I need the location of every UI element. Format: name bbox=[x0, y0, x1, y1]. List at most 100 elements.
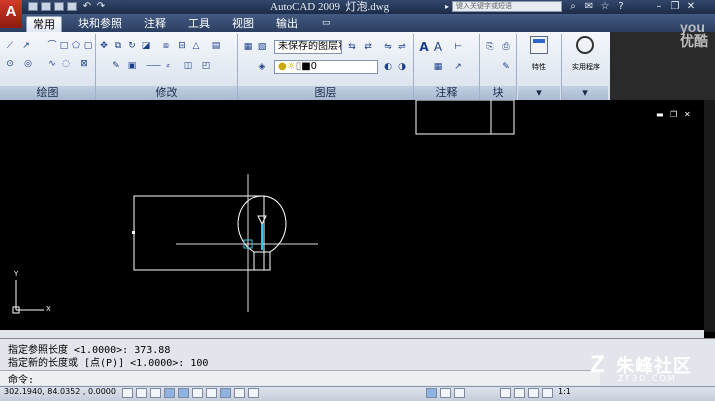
search-input[interactable]: 键入关键字或短语 bbox=[452, 1, 562, 12]
mirror-icon[interactable]: ⧈ bbox=[160, 40, 172, 52]
tab-blocks-references[interactable]: 块和参照 bbox=[72, 16, 128, 31]
copy-icon[interactable]: ⧉ bbox=[112, 40, 124, 52]
utilities-button[interactable]: 实用程序 bbox=[564, 36, 608, 84]
undo-icon[interactable]: ↶ bbox=[80, 1, 94, 13]
point-icon[interactable]: ◌ bbox=[60, 58, 72, 70]
move-icon[interactable]: ✥ bbox=[98, 40, 110, 52]
osnap-toggle[interactable] bbox=[178, 388, 189, 398]
utilities-panel-title[interactable]: ▾ bbox=[562, 86, 608, 100]
tab-view[interactable]: 视图 bbox=[226, 16, 260, 31]
explode-icon[interactable]: ◰ bbox=[200, 60, 212, 72]
qnew-icon[interactable] bbox=[28, 2, 38, 11]
otrack-toggle[interactable] bbox=[192, 388, 203, 398]
model-space-button[interactable] bbox=[426, 388, 437, 398]
polygon-icon[interactable]: ⬠ bbox=[70, 40, 82, 52]
showmotion-icon[interactable] bbox=[542, 388, 553, 398]
favorites-icon[interactable]: ☆ bbox=[598, 1, 612, 13]
offset-icon[interactable]: ⊟ bbox=[176, 40, 188, 52]
dyn-toggle[interactable] bbox=[220, 388, 231, 398]
create-block-icon[interactable]: ⎙ bbox=[500, 41, 512, 53]
restore-icon[interactable]: ❐ bbox=[668, 1, 682, 13]
single-text-icon[interactable]: A bbox=[432, 41, 444, 53]
layers-panel-title[interactable]: 图层 bbox=[238, 86, 413, 100]
snap-toggle[interactable] bbox=[122, 388, 133, 398]
search-icon[interactable]: ⌕ bbox=[566, 1, 580, 13]
command-input[interactable]: 命令: bbox=[0, 370, 600, 386]
drawing-area[interactable]: Y X ▬ ❐ ✕ bbox=[0, 100, 704, 332]
make-current-icon[interactable]: ◈ bbox=[256, 61, 268, 73]
tab-home[interactable]: 常用 bbox=[26, 16, 62, 32]
draw-panel-title[interactable]: 绘图 bbox=[0, 86, 95, 100]
region-icon[interactable]: ⊠ bbox=[78, 58, 90, 70]
multileader-icon[interactable]: ↗ bbox=[452, 61, 464, 73]
layer-match-icon[interactable]: ⇋ bbox=[382, 41, 394, 53]
ribbon-minimize-icon[interactable]: ▭ bbox=[316, 16, 337, 31]
spline-icon[interactable]: ∿ bbox=[46, 58, 58, 70]
vertical-scrollbar[interactable] bbox=[704, 100, 715, 332]
tab-output[interactable]: 输出 bbox=[270, 16, 304, 31]
steering-wheel-icon[interactable] bbox=[528, 388, 539, 398]
close-icon[interactable]: ✕ bbox=[684, 1, 698, 13]
properties-button[interactable]: 特性 bbox=[520, 36, 558, 84]
layer-previous-icon[interactable]: ⇆ bbox=[346, 41, 358, 53]
annotation-panel-title[interactable]: 注释 bbox=[414, 86, 479, 100]
layer-freeze-tool-icon[interactable]: ◑ bbox=[396, 61, 408, 73]
layer-off-icon[interactable]: ◐ bbox=[382, 61, 394, 73]
arc-icon[interactable]: ⌒ bbox=[46, 40, 58, 52]
rectangle-icon[interactable]: □ bbox=[58, 40, 70, 52]
viewport-restore-icon[interactable]: ❐ bbox=[670, 110, 677, 119]
lengthen-icon[interactable]: ◫ bbox=[182, 60, 194, 72]
minimize-icon[interactable]: – bbox=[652, 1, 666, 13]
table-icon[interactable]: ▦ bbox=[432, 61, 444, 73]
stretch-icon[interactable]: ◪ bbox=[140, 40, 152, 52]
zoom-icon[interactable] bbox=[514, 388, 525, 398]
horizontal-scrollbar[interactable] bbox=[0, 330, 704, 338]
line-icon[interactable]: ⟋ bbox=[4, 40, 16, 52]
layer-dropdown[interactable]: ●☼▯■0 bbox=[274, 60, 378, 74]
layer-tools-icon[interactable]: ▤ bbox=[210, 40, 222, 52]
grid-toggle[interactable] bbox=[136, 388, 147, 398]
open-icon[interactable] bbox=[41, 2, 51, 11]
array-icon[interactable]: △ bbox=[190, 40, 202, 52]
save-icon[interactable] bbox=[54, 2, 64, 11]
polar-toggle[interactable] bbox=[164, 388, 175, 398]
layer-state-dropdown[interactable]: 未保存的图层状态 bbox=[274, 40, 342, 54]
modify-panel-title[interactable]: 修改 bbox=[96, 86, 237, 100]
polyline-icon[interactable]: ↗ bbox=[20, 40, 32, 52]
viewport-minimize-icon[interactable]: ▬ bbox=[656, 110, 664, 119]
multiline-text-icon[interactable]: A bbox=[418, 41, 430, 53]
layer-iso-icon[interactable]: ⇄ bbox=[362, 41, 374, 53]
fillet-icon[interactable]: ✎ bbox=[110, 60, 122, 72]
extend-icon[interactable]: ⸗ bbox=[162, 60, 174, 72]
plot-icon[interactable] bbox=[67, 2, 77, 11]
ellipse-icon[interactable]: ◎ bbox=[22, 58, 34, 70]
insert-block-icon[interactable]: ⎘ bbox=[484, 41, 496, 53]
viewport-close-icon[interactable]: ✕ bbox=[684, 110, 691, 119]
pan-icon[interactable] bbox=[500, 388, 511, 398]
tab-annotate[interactable]: 注释 bbox=[138, 16, 172, 31]
block-panel-title[interactable]: 块 bbox=[480, 86, 516, 100]
application-menu-button[interactable]: A bbox=[0, 0, 22, 28]
dimension-icon[interactable]: ⊢ bbox=[452, 41, 464, 53]
scale-icon[interactable]: ▣ bbox=[126, 60, 138, 72]
layer-states-icon[interactable]: ▧ bbox=[256, 41, 268, 53]
circle-icon[interactable]: ⊙ bbox=[4, 58, 16, 70]
layout-button[interactable] bbox=[440, 388, 451, 398]
tab-tools[interactable]: 工具 bbox=[182, 16, 216, 31]
coordinate-display[interactable]: 302.1940, 84.0352 , 0.0000 bbox=[4, 387, 116, 396]
hatch-icon[interactable]: ▢ bbox=[82, 40, 94, 52]
layer-properties-icon[interactable]: ▦ bbox=[242, 41, 254, 53]
layer-walk-icon[interactable]: ⇌ bbox=[396, 41, 408, 53]
rotate-icon[interactable]: ↻ bbox=[126, 40, 138, 52]
quick-properties-toggle[interactable] bbox=[248, 388, 259, 398]
lineweight-toggle[interactable] bbox=[234, 388, 245, 398]
ducs-toggle[interactable] bbox=[206, 388, 217, 398]
communication-center-icon[interactable]: ✉ bbox=[582, 1, 596, 13]
help-icon[interactable]: ? bbox=[614, 1, 628, 13]
annotation-scale[interactable]: 1:1 bbox=[558, 387, 571, 396]
ortho-toggle[interactable] bbox=[150, 388, 161, 398]
properties-panel-title[interactable]: ▾ bbox=[518, 86, 560, 100]
quick-view-button[interactable] bbox=[454, 388, 465, 398]
edit-block-icon[interactable]: ✎ bbox=[500, 61, 512, 73]
redo-icon[interactable]: ↷ bbox=[94, 1, 108, 13]
